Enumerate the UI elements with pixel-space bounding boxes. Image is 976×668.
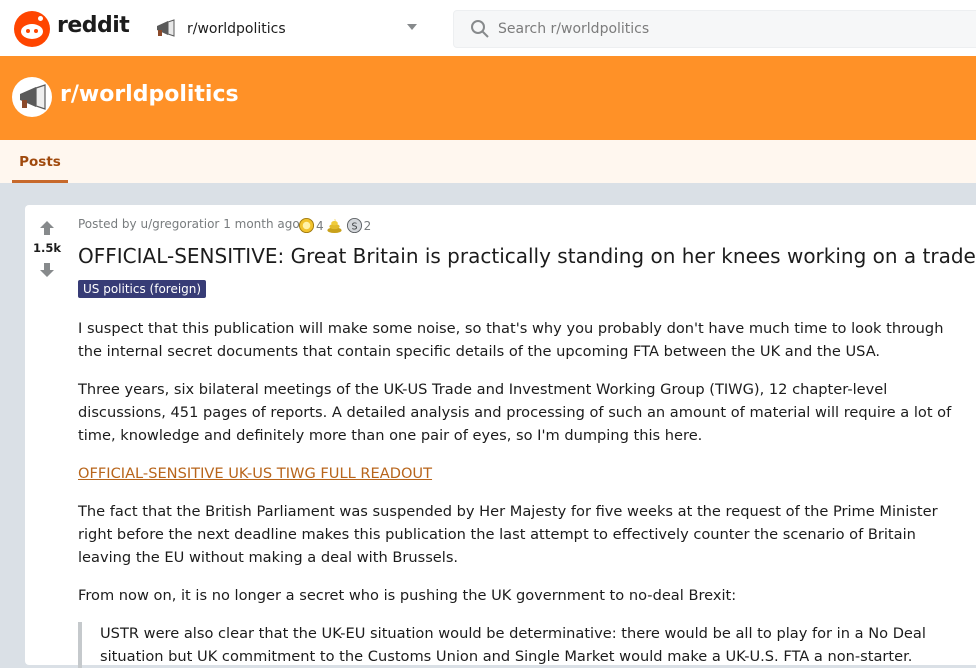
post-body: I suspect that this publication will mak… xyxy=(78,317,958,668)
vote-count: 1.5k xyxy=(32,241,62,255)
megaphone-icon xyxy=(20,84,46,110)
post-blockquote: USTR were also clear that the UK-EU situ… xyxy=(78,622,958,668)
award-count: 2 xyxy=(363,218,372,233)
tab-posts[interactable]: Posts xyxy=(12,140,68,183)
post-author[interactable]: u/gregoratior xyxy=(140,217,219,231)
post-paragraph: The fact that the British Parliament was… xyxy=(78,503,938,566)
subreddit-banner: r/worldpolitics xyxy=(0,56,976,140)
award-count: 4 xyxy=(316,218,324,233)
readout-link[interactable]: OFFICIAL-SENSITIVE UK-US TIWG FULL READO… xyxy=(78,465,432,482)
post-paragraph: I suspect that this publication will mak… xyxy=(78,320,944,360)
reddit-logo-icon[interactable] xyxy=(14,11,50,47)
subreddit-selector[interactable]: r/worldpolitics xyxy=(152,14,424,44)
upvote-arrow-icon[interactable] xyxy=(39,220,55,236)
subreddit-title: r/worldpolitics xyxy=(60,82,239,107)
posted-by-prefix: Posted by xyxy=(78,217,141,231)
search-bar[interactable] xyxy=(453,10,976,48)
subreddit-tabs: Posts xyxy=(0,140,976,183)
post-card: 1.5k Posted by u/gregoratior 1 month ago… xyxy=(25,205,976,668)
subreddit-selector-label: r/worldpolitics xyxy=(187,21,286,37)
post-awards[interactable]: 4 S 2 xyxy=(298,215,373,235)
post-flair[interactable]: US politics (foreign) xyxy=(78,280,207,298)
reddit-wordmark[interactable]: reddit xyxy=(57,13,130,38)
gold-award-icon xyxy=(298,217,315,234)
quote-text: USTR were also clear that the UK-EU situ… xyxy=(100,625,926,665)
silver-award-icon: S xyxy=(346,217,362,234)
post-meta: Posted by u/gregoratior 1 month ago xyxy=(78,217,300,231)
poop-award-icon xyxy=(327,218,342,234)
post-paragraph: Three years, six bilateral meetings of t… xyxy=(78,381,952,444)
chevron-down-icon xyxy=(407,24,417,30)
post-time[interactable]: 1 month ago xyxy=(223,217,300,231)
megaphone-icon xyxy=(157,19,175,37)
post-paragraph: From now on, it is no longer a secret wh… xyxy=(78,587,737,604)
subreddit-icon[interactable] xyxy=(12,77,52,117)
post-title[interactable]: OFFICIAL-SENSITIVE: Great Britain is pra… xyxy=(78,244,976,268)
downvote-arrow-icon[interactable] xyxy=(39,262,55,278)
search-input[interactable] xyxy=(498,11,918,47)
top-header: reddit r/worldpolitics xyxy=(0,0,976,57)
tab-posts-label: Posts xyxy=(19,154,61,170)
svg-text:S: S xyxy=(351,221,357,232)
search-icon xyxy=(471,20,489,38)
